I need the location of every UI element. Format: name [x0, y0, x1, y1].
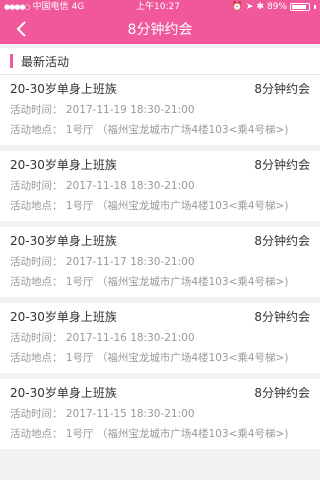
location-arrow-icon: ➤: [245, 2, 254, 12]
event-place: 活动地点： 1号厅 （福州宝龙城市广场4楼103<乘4号梯>): [10, 124, 289, 136]
event-title: 20-30岁单身上班族: [10, 158, 117, 172]
page-title: 8分钟约会: [127, 22, 193, 38]
carrier-label: 中国电信: [32, 2, 69, 12]
status-bar: ●●●●○ 中国电信 4G 上午10:27 ⏰ ➤ ✱ 89%: [0, 0, 320, 14]
battery-fill: [292, 5, 307, 9]
nav-bar: 8分钟约会: [0, 14, 320, 44]
event-item[interactable]: 20-30岁单身上班族 8分钟约会 活动时间： 2017-11-17 18:30…: [0, 227, 320, 303]
app-screen: ●●●●○ 中国电信 4G 上午10:27 ⏰ ➤ ✱ 89% 8分钟约会 最新…: [0, 0, 320, 480]
event-time: 活动时间： 2017-11-15 18:30-21:00: [10, 408, 195, 420]
event-item[interactable]: 20-30岁单身上班族 8分钟约会 活动时间： 2017-11-15 18:30…: [0, 379, 320, 455]
event-header-row: 20-30岁单身上班族 8分钟约会: [10, 384, 310, 404]
status-right: ⏰ ➤ ✱ 89%: [232, 0, 316, 14]
event-place: 活动地点： 1号厅 （福州宝龙城市广场4楼103<乘4号梯>): [10, 276, 289, 288]
event-place: 活动地点： 1号厅 （福州宝龙城市广场4楼103<乘4号梯>): [10, 352, 289, 364]
event-place: 活动地点： 1号厅 （福州宝龙城市广场4楼103<乘4号梯>): [10, 428, 289, 440]
event-title: 20-30岁单身上班族: [10, 234, 117, 248]
network-type: 4G: [71, 2, 85, 12]
alarm-icon: ⏰: [231, 2, 243, 12]
event-place: 活动地点： 1号厅 （福州宝龙城市广场4楼103<乘4号梯>): [10, 200, 289, 212]
event-type: 8分钟约会: [254, 386, 310, 400]
event-title: 20-30岁单身上班族: [10, 386, 117, 400]
event-item[interactable]: 20-30岁单身上班族 8分钟约会 活动时间： 2017-11-16 18:30…: [0, 303, 320, 379]
event-header-row: 20-30岁单身上班族 8分钟约会: [10, 156, 310, 176]
status-time: 上午10:27: [136, 2, 180, 12]
section-header: 最新活动: [0, 48, 320, 75]
event-header-row: 20-30岁单身上班族 8分钟约会: [10, 80, 310, 100]
bluetooth-icon: ✱: [256, 2, 264, 12]
event-header-row: 20-30岁单身上班族 8分钟约会: [10, 308, 310, 328]
event-type: 8分钟约会: [254, 82, 310, 96]
battery-cap: [314, 5, 316, 9]
event-type: 8分钟约会: [254, 234, 310, 248]
event-header-row: 20-30岁单身上班族 8分钟约会: [10, 232, 310, 252]
status-left: ●●●●○ 中国电信 4G: [4, 0, 84, 14]
event-title: 20-30岁单身上班族: [10, 310, 117, 324]
battery-icon: [290, 3, 310, 11]
section-title: 最新活动: [21, 54, 70, 69]
event-time: 活动时间： 2017-11-17 18:30-21:00: [10, 256, 195, 268]
event-item[interactable]: 20-30岁单身上班族 8分钟约会 活动时间： 2017-11-19 18:30…: [0, 75, 320, 151]
event-type: 8分钟约会: [254, 158, 310, 172]
event-time: 活动时间： 2017-11-16 18:30-21:00: [10, 332, 195, 344]
chevron-left-icon: [16, 21, 26, 37]
header: ●●●●○ 中国电信 4G 上午10:27 ⏰ ➤ ✱ 89% 8分钟约会: [0, 0, 320, 44]
section-accent-bar: [10, 54, 13, 68]
event-type: 8分钟约会: [254, 310, 310, 324]
event-list: 20-30岁单身上班族 8分钟约会 活动时间： 2017-11-19 18:30…: [0, 75, 320, 455]
battery-percent: 89%: [266, 2, 287, 12]
event-title: 20-30岁单身上班族: [10, 82, 117, 96]
back-button[interactable]: [10, 18, 32, 40]
event-time: 活动时间： 2017-11-19 18:30-21:00: [10, 104, 195, 116]
event-time: 活动时间： 2017-11-18 18:30-21:00: [10, 180, 195, 192]
event-item[interactable]: 20-30岁单身上班族 8分钟约会 活动时间： 2017-11-18 18:30…: [0, 151, 320, 227]
signal-strength-icon: ●●●●○: [4, 3, 31, 11]
